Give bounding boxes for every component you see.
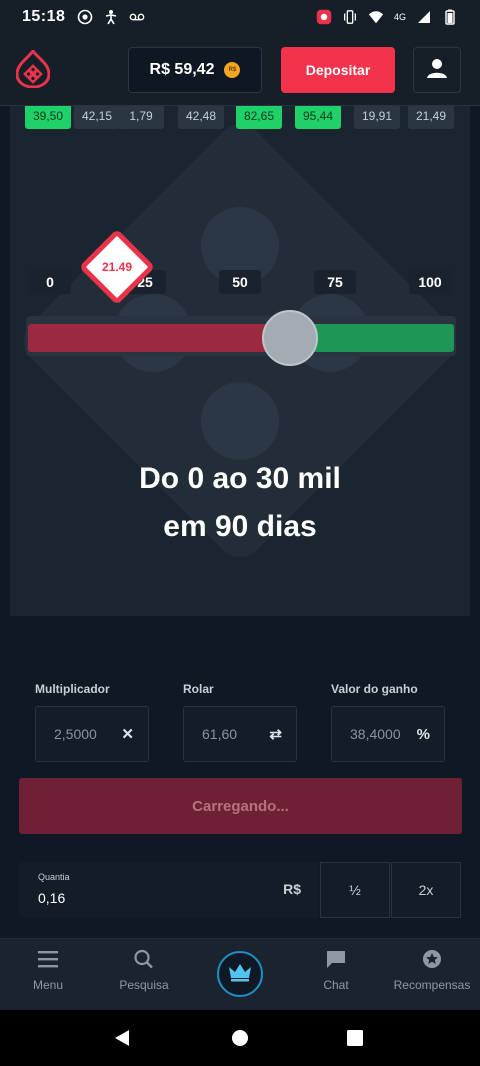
user-icon <box>426 57 448 84</box>
status-bar: 15:18 4G <box>0 0 480 34</box>
balance-display[interactable]: R$ 59,42 R$ <box>128 47 262 93</box>
bet-amount-value: 0,16 <box>38 890 66 906</box>
history-chip: 42,15 <box>74 106 120 129</box>
rewards-icon <box>421 949 443 972</box>
history-chip: 95,44 <box>295 106 341 129</box>
recents-icon[interactable] <box>345 1028 365 1053</box>
double-bet-button[interactable]: 2x <box>391 862 461 918</box>
win-chance-value: 38,4000 <box>350 726 401 742</box>
swap-icon[interactable]: ⇄ <box>269 725 282 743</box>
dice-pip <box>201 382 279 460</box>
dice-game-board: 39,50 42,15 1,79 42,48 82,65 95,44 19,91… <box>10 106 470 616</box>
multiplier-label: Multiplicador <box>35 682 110 696</box>
menu-icon <box>37 949 59 972</box>
history-chip: 39,50 <box>25 106 71 129</box>
tab-chat-label: Chat <box>323 978 349 992</box>
tab-home[interactable] <box>217 951 263 997</box>
tab-search-label: Pesquisa <box>119 978 169 992</box>
search-icon <box>133 949 155 972</box>
multiplier-value: 2,5000 <box>54 726 97 742</box>
signal-icon <box>416 9 432 25</box>
scale-marker-50: 50 <box>219 270 261 294</box>
history-chip: 1,79 <box>118 106 164 129</box>
tab-menu[interactable]: Menu <box>0 949 96 992</box>
multiplier-input[interactable]: 2,5000 ✕ <box>35 706 149 762</box>
tab-chat[interactable]: Chat <box>288 949 384 992</box>
tab-rewards[interactable]: Recompensas <box>384 949 480 992</box>
lose-range-bar <box>28 324 291 352</box>
history-chip: 42,48 <box>178 106 224 129</box>
history-chip: 19,91 <box>354 106 400 129</box>
deposit-button[interactable]: Depositar <box>281 47 395 93</box>
vibrate-icon <box>342 9 358 25</box>
bet-amount-label: Quantia <box>38 872 70 882</box>
balance-amount: R$ 59,42 <box>149 61 215 78</box>
crown-icon <box>227 961 253 988</box>
promo-text-line-1: Do 0 ao 30 mil <box>139 462 341 495</box>
logo-icon[interactable] <box>15 48 51 89</box>
promo-text-line-2: em 90 dias <box>163 510 317 543</box>
results-history: 39,50 42,15 1,79 42,48 82,65 95,44 19,91… <box>10 106 470 130</box>
system-nav-bar <box>0 1010 480 1066</box>
screen-record-icon <box>316 9 332 25</box>
app-header: R$ 59,42 R$ Depositar <box>0 34 480 106</box>
wifi-icon <box>368 9 384 25</box>
status-time: 15:18 <box>22 8 66 25</box>
back-icon[interactable] <box>112 1028 132 1053</box>
profile-button[interactable] <box>413 47 461 93</box>
roll-value: 61,60 <box>202 726 238 742</box>
tab-rewards-label: Recompensas <box>393 978 471 992</box>
home-icon[interactable] <box>230 1028 250 1053</box>
bottom-tab-bar: Menu Pesquisa Chat Recompensas <box>0 938 480 1010</box>
win-chance-label: Valor do ganho <box>331 682 418 696</box>
tab-menu-label: Menu <box>32 978 64 992</box>
record-icon <box>77 9 93 25</box>
bet-button[interactable]: Carregando... <box>19 778 462 834</box>
scale-marker-75: 75 <box>314 270 356 294</box>
accessibility-icon <box>103 9 119 25</box>
voicemail-icon <box>129 9 145 25</box>
roll-slider-handle[interactable] <box>262 310 319 366</box>
history-chip: 21,49 <box>408 106 454 129</box>
scale-marker-100: 100 <box>409 270 451 294</box>
bet-amount-field[interactable]: Quantia 0,16 R$ <box>19 862 319 918</box>
coin-icon: R$ <box>224 62 241 78</box>
battery-icon <box>442 9 458 25</box>
half-bet-button[interactable]: ½ <box>320 862 390 918</box>
win-chance-input[interactable]: 38,4000 % <box>331 706 445 762</box>
close-icon: ✕ <box>121 726 134 743</box>
currency-label: R$ <box>283 881 301 897</box>
percent-icon: % <box>416 725 430 743</box>
history-chip: 82,65 <box>236 106 282 129</box>
scale-marker-0: 0 <box>29 270 71 294</box>
tab-search[interactable]: Pesquisa <box>96 949 192 992</box>
result-value: 21.49 <box>101 260 133 274</box>
chat-icon <box>325 949 347 972</box>
roll-input[interactable]: 61,60 ⇄ <box>183 706 297 762</box>
network-type: 4G <box>393 12 406 22</box>
roll-label: Rolar <box>183 682 214 696</box>
